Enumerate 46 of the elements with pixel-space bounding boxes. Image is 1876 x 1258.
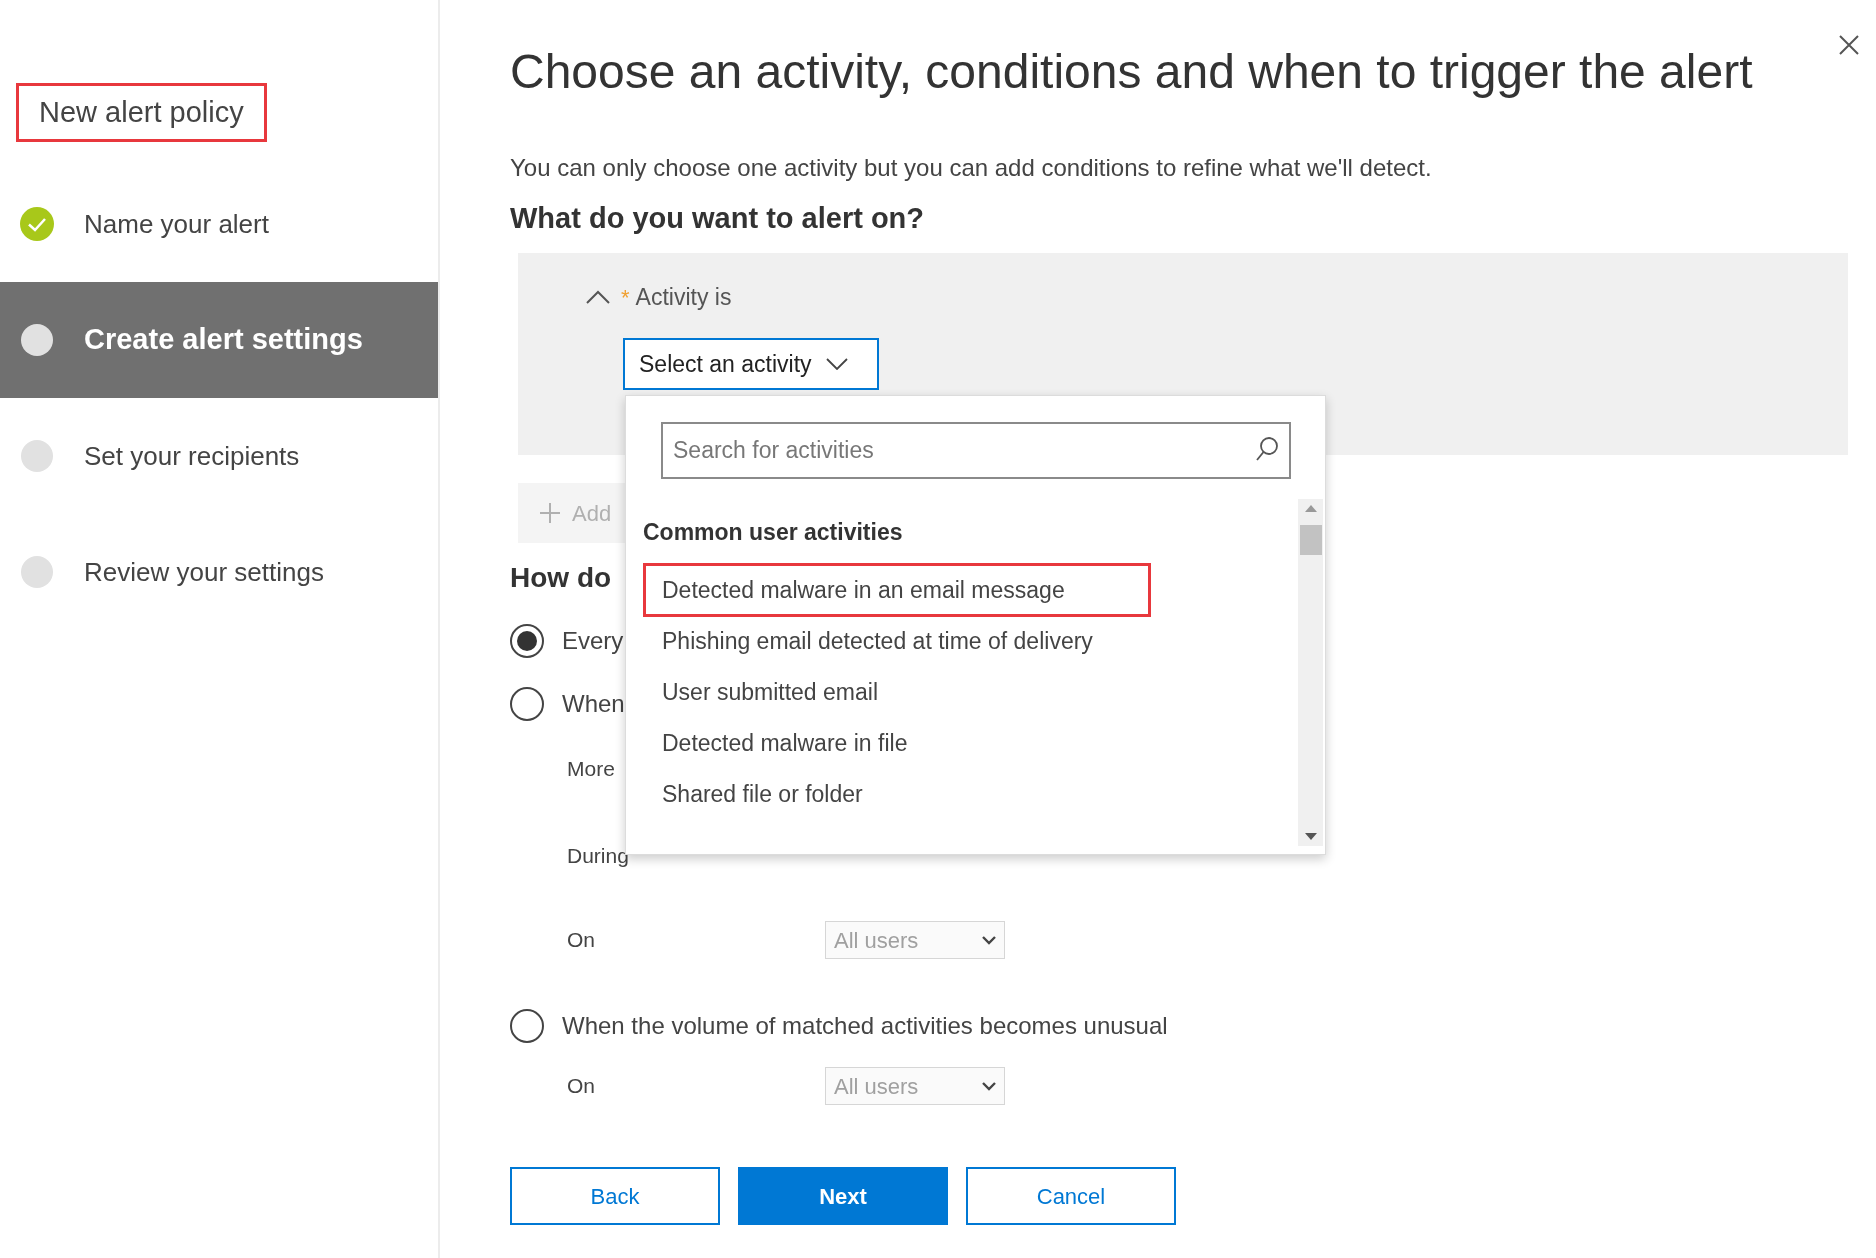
field-label: More <box>567 756 615 782</box>
radio-button[interactable] <box>510 687 544 721</box>
wizard-step[interactable]: Review your settings <box>0 514 438 630</box>
chevron-down-icon <box>982 935 996 945</box>
chevron-down-icon <box>982 1081 996 1091</box>
activity-option[interactable]: Detected malware in an email message <box>643 563 1151 617</box>
step-circle-icon <box>20 555 54 589</box>
action-button[interactable]: Cancel <box>966 1167 1176 1225</box>
action-button[interactable]: Next <box>738 1167 948 1225</box>
activity-option[interactable]: Detected malware in file <box>643 716 1151 770</box>
scroll-down-icon[interactable] <box>1304 833 1317 840</box>
field-label: During <box>567 843 629 869</box>
step-circle-icon <box>20 323 54 357</box>
chevron-up-icon[interactable] <box>586 290 610 304</box>
group-title: Common user activities <box>643 518 903 546</box>
activity-label: Activity is <box>635 282 732 312</box>
section-title: What do you want to alert on? <box>510 201 926 236</box>
radio-label: Every <box>562 626 624 656</box>
search-field[interactable]: Search for activities <box>661 422 1291 479</box>
section-title: How do <box>510 561 613 595</box>
page-heading: Choose an activity, conditions and when to trigger the alert <box>510 44 1753 100</box>
plus-icon <box>540 503 560 523</box>
field-label: On <box>567 927 596 954</box>
step-circle-icon <box>20 439 54 473</box>
activity-option[interactable]: Phishing email detected at time of delivery <box>643 614 1151 668</box>
description-text: You can only choose one activity but you can add conditions to refine what we'll detect. <box>510 154 1433 182</box>
check-circle-icon <box>20 207 54 241</box>
scrollbar[interactable] <box>1298 499 1323 846</box>
radio-label: When <box>562 689 625 719</box>
radio-button[interactable] <box>510 1009 544 1043</box>
radio-button[interactable] <box>510 624 544 658</box>
required-mark: * <box>621 283 630 312</box>
wizard-step[interactable]: Name your alert <box>0 166 438 282</box>
activity-option[interactable]: Shared file or folder <box>643 767 1151 821</box>
radio-label: When the volume of matched activities becomes unusual <box>562 1011 1168 1041</box>
wizard-step[interactable]: Create alert settings <box>0 282 438 398</box>
policy-title: New alert policy <box>16 83 267 142</box>
action-button[interactable]: Back <box>510 1167 720 1225</box>
activity-option[interactable]: User submitted email <box>643 665 1151 719</box>
search-icon <box>1255 436 1279 462</box>
field-label: On <box>567 1073 596 1100</box>
chevron-down-icon <box>825 358 848 370</box>
activity-select[interactable]: Select an activity <box>623 338 879 390</box>
scroll-thumb[interactable] <box>1299 525 1322 555</box>
wizard-step[interactable]: Set your recipients <box>0 398 438 514</box>
close-icon[interactable] <box>1838 34 1860 56</box>
